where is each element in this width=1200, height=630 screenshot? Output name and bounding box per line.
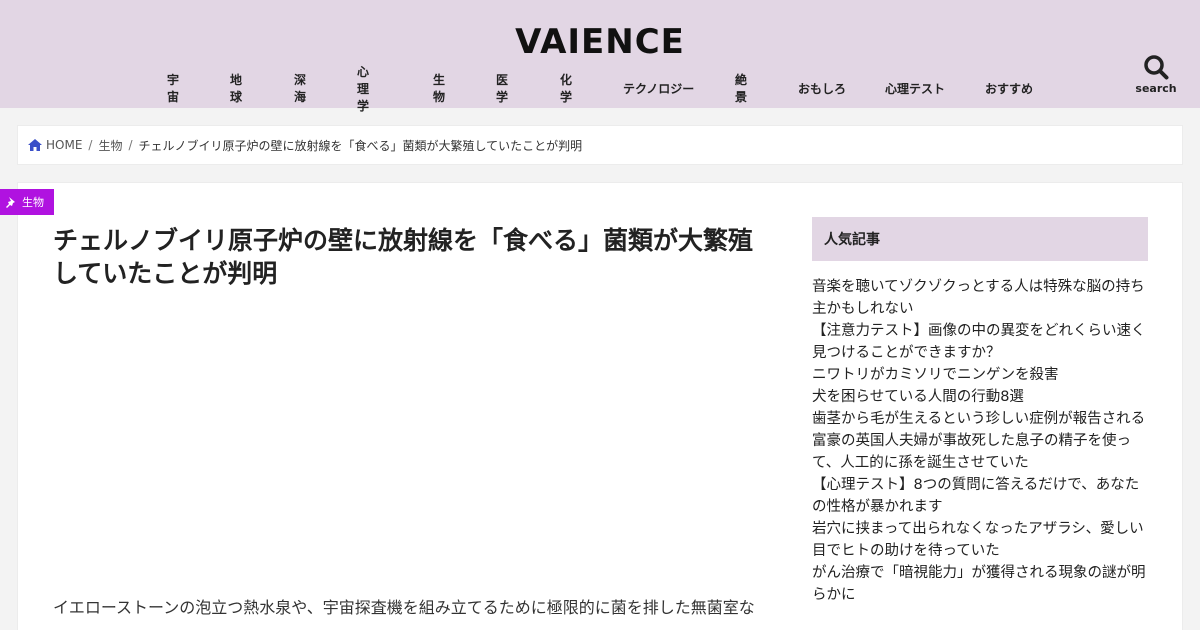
popular-item[interactable]: 歯茎から毛が生えるという珍しい症例が報告される bbox=[812, 408, 1148, 430]
category-badge-label: 生物 bbox=[22, 196, 44, 209]
breadcrumb-home[interactable]: HOME bbox=[46, 138, 82, 152]
nav-item-earth[interactable]: 地球 bbox=[230, 71, 242, 105]
search-button[interactable]: search bbox=[1132, 54, 1180, 102]
nav-item-medicine[interactable]: 医学 bbox=[496, 71, 508, 105]
home-icon bbox=[28, 139, 42, 151]
nav-item-space[interactable]: 宇宙 bbox=[167, 71, 179, 105]
nav-item-biology[interactable]: 生物 bbox=[433, 71, 445, 105]
breadcrumb: HOME / 生物 / チェルノブイリ原子炉の壁に放射線を「食べる」菌類が大繁殖… bbox=[17, 125, 1183, 165]
popular-list: 音楽を聴いてゾクゾクっとする人は特殊な脳の持ち主かもしれない 【注意力テスト】画… bbox=[812, 276, 1148, 606]
popular-item[interactable]: 音楽を聴いてゾクゾクっとする人は特殊な脳の持ち主かもしれない bbox=[812, 276, 1148, 320]
nav-item-psychology[interactable]: 心理学 bbox=[357, 63, 369, 114]
category-badge[interactable]: 生物 bbox=[0, 189, 54, 215]
popular-item[interactable]: ニワトリがカミソリでニンゲンを殺害 bbox=[812, 364, 1148, 386]
nav-item-scenery[interactable]: 絶景 bbox=[735, 71, 747, 105]
breadcrumb-category[interactable]: 生物 bbox=[98, 137, 122, 154]
nav-item-chemistry[interactable]: 化学 bbox=[560, 71, 572, 105]
nav-item-funny[interactable]: おもしろ bbox=[798, 80, 846, 97]
breadcrumb-separator: / bbox=[128, 138, 133, 152]
pin-icon bbox=[6, 196, 15, 208]
article-body: イエローストーンの泡立つ熱水泉や、宇宙探査機を組み立てるために極限的に菌を排した… bbox=[53, 598, 755, 617]
nav-item-deep-sea[interactable]: 深海 bbox=[294, 71, 306, 105]
nav-item-psych-test[interactable]: 心理テスト bbox=[885, 80, 945, 97]
site-logo[interactable]: VAIENCE bbox=[0, 22, 1200, 62]
breadcrumb-current: チェルノブイリ原子炉の壁に放射線を「食べる」菌類が大繁殖していたことが判明 bbox=[138, 138, 583, 153]
nav-item-technology[interactable]: テクノロジー bbox=[623, 80, 694, 97]
popular-item[interactable]: 【心理テスト】8つの質問に答えるだけで、あなたの性格が暴かれます bbox=[812, 474, 1148, 518]
popular-item[interactable]: 【注意力テスト】画像の中の異変をどれくらい速く見つけることができますか？ bbox=[812, 320, 1148, 364]
search-icon bbox=[1144, 55, 1169, 80]
popular-item[interactable]: 犬を困らせている人間の行動8選 bbox=[812, 386, 1148, 408]
nav-item-recommended[interactable]: おすすめ bbox=[985, 80, 1033, 97]
popular-item[interactable]: 富豪の英国人夫婦が事故死した息子の精子を使って、人工的に孫を誕生させていた bbox=[812, 430, 1148, 474]
popular-item[interactable]: 岩穴に挟まって出られなくなったアザラシ、愛しい目でヒトの助けを待っていた bbox=[812, 518, 1148, 562]
breadcrumb-separator: / bbox=[88, 138, 93, 152]
ad-space bbox=[53, 300, 773, 580]
article-title: チェルノブイリ原子炉の壁に放射線を「食べる」菌類が大繁殖していたことが判明 bbox=[53, 226, 754, 288]
popular-widget-title: 人気記事 bbox=[812, 217, 1148, 261]
popular-item[interactable]: がん治療で「暗視能力」が獲得される現象の謎が明らかに bbox=[812, 562, 1148, 606]
search-label: search bbox=[1135, 82, 1177, 95]
site-header: VAIENCE 宇宙 地球 深海 心理学 生物 医学 化学 テクノロジー 絶景 … bbox=[0, 0, 1200, 113]
